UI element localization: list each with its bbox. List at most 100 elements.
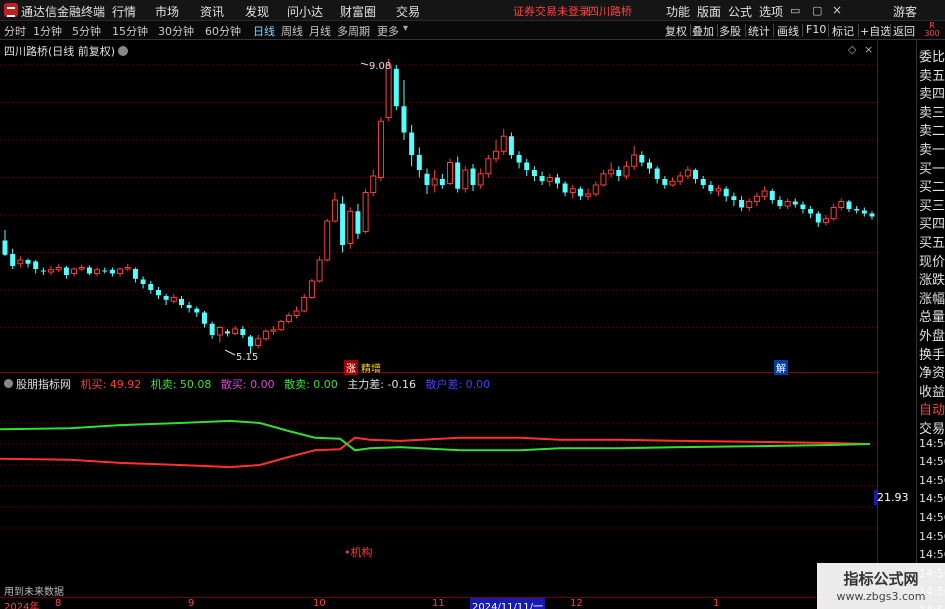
back-button[interactable]: 返回: [893, 23, 915, 39]
f10-button[interactable]: F10: [806, 23, 826, 36]
tab-multi-period[interactable]: 多周期: [337, 23, 370, 39]
close-icon[interactable]: ×: [832, 3, 842, 17]
app-logo-icon: [4, 3, 18, 17]
menu-gongshi[interactable]: 公式: [728, 3, 752, 20]
candle: [424, 168, 430, 194]
candle: [155, 287, 161, 299]
tab-30min[interactable]: 30分钟: [158, 23, 194, 39]
candle: [86, 265, 92, 275]
candles-layer: [2, 59, 875, 354]
tab-5min[interactable]: 5分钟: [72, 23, 101, 39]
menu-xuanxiang[interactable]: 选项: [759, 3, 783, 20]
sidebar-item: 买三: [919, 198, 945, 214]
candle: [270, 326, 277, 335]
menu-hangqing[interactable]: 行情: [112, 3, 136, 20]
candle: [78, 264, 85, 272]
candle: [117, 267, 124, 277]
candle: [109, 267, 115, 277]
minimize-icon[interactable]: ▭: [790, 4, 800, 17]
candle: [477, 168, 484, 189]
candle: [401, 80, 407, 140]
candle: [569, 185, 576, 199]
menu-gongneng[interactable]: 功能: [666, 3, 690, 20]
tab-fenshi[interactable]: 分时: [4, 23, 26, 39]
chart-header: 四川路桥(日线 前复权): [4, 43, 129, 59]
candle: [739, 196, 745, 212]
tab-daily[interactable]: 日线: [253, 23, 275, 39]
candle: [600, 170, 607, 187]
more-chevron-icon[interactable]: ▾: [403, 23, 408, 34]
label-zhulicha: 主力差: -0.16: [347, 378, 416, 391]
tab-15min[interactable]: 15分钟: [112, 23, 148, 39]
tab-more[interactable]: 更多: [377, 23, 399, 39]
candle: [470, 164, 476, 191]
watermark: 指标公式网 www.zbgs3.com: [817, 563, 945, 609]
candle: [539, 171, 545, 185]
menu-jiaoyi[interactable]: 交易: [396, 3, 420, 20]
user-label[interactable]: 游客: [893, 3, 917, 20]
candle: [71, 267, 78, 277]
candle: [25, 258, 31, 268]
candle: [377, 117, 384, 182]
candle: [94, 267, 101, 277]
indicator-line-sell: [0, 419, 871, 452]
candle: [33, 260, 39, 274]
menu-banmian[interactable]: 版面: [697, 3, 721, 20]
tab-weekly[interactable]: 周线: [281, 23, 303, 39]
draw-line-button[interactable]: 画线: [777, 23, 799, 39]
indicator-chart[interactable]: 60.0050.0040.0030.0020.0010.00: [0, 373, 878, 595]
candle: [554, 173, 560, 189]
tab-monthly[interactable]: 月线: [309, 23, 331, 39]
add-favorite-button[interactable]: +自选: [860, 23, 891, 39]
candle: [278, 320, 285, 332]
fuquan-button[interactable]: 复权: [665, 23, 687, 39]
statistics-button[interactable]: 统计: [748, 23, 770, 39]
menu-zixun[interactable]: 资讯: [200, 3, 224, 20]
candle: [439, 173, 445, 189]
candle: [623, 161, 630, 179]
candle: [753, 192, 760, 206]
close-chart-icon[interactable]: ×: [864, 43, 873, 56]
candle: [393, 65, 399, 110]
price-chart[interactable]: 9.008.508.007.507.006.506.005.50 9.08 5.…: [0, 40, 878, 373]
date-tick-8: 8: [55, 598, 62, 609]
sidebar-item: 委比: [919, 50, 945, 65]
candle: [455, 156, 461, 193]
menu-caifuquan[interactable]: 财富圈: [340, 3, 376, 20]
quote-sidebar: 委比 卖五 卖四 卖三 卖二 卖一 买一 买二 买三 买四 买五 现价 涨跌 涨幅 总量 外盘 换手 净资 收益 自动…: [916, 40, 945, 609]
candle: [822, 215, 829, 226]
tab-60min[interactable]: 60分钟: [205, 23, 241, 39]
sidebar-item: 14:56: [919, 511, 945, 524]
restore-icon[interactable]: ▢: [812, 4, 822, 17]
overlay-button[interactable]: 叠加: [692, 23, 714, 39]
candle: [216, 326, 223, 343]
sidebar-item: 交易: [919, 422, 945, 437]
diamond-icon[interactable]: ◇: [848, 43, 856, 56]
low-marker: 5.15: [224, 349, 258, 363]
menu-shichang[interactable]: 市场: [155, 3, 179, 20]
menu-stock-name: 四川路桥: [588, 5, 632, 18]
candle: [340, 196, 346, 253]
candle: [2, 230, 8, 257]
candle: [761, 186, 768, 200]
candle: [592, 181, 599, 197]
tab-1min[interactable]: 1分钟: [33, 23, 62, 39]
sidebar-item: 涨幅: [919, 291, 945, 307]
indicator-settings-icon[interactable]: [4, 379, 13, 388]
candle: [854, 206, 860, 214]
candle: [838, 198, 845, 211]
label-jimai-sell: 机卖: 50.08: [150, 378, 212, 391]
candle: [746, 198, 753, 212]
candle: [48, 266, 55, 275]
menu-faxian[interactable]: 发现: [245, 3, 269, 20]
login-status[interactable]: 证券交易未登录: [513, 3, 590, 19]
mark-button[interactable]: 标记: [832, 23, 854, 39]
multi-stock-button[interactable]: 多股: [719, 23, 741, 39]
candle: [516, 151, 522, 169]
chart-settings-icon[interactable]: [118, 46, 129, 56]
sidebar-item: 14:56: [919, 473, 945, 487]
candle: [585, 188, 592, 200]
menu-wenxiaoda[interactable]: 问小达: [287, 3, 323, 20]
date-cursor-label: 2024/11/11/一: [470, 598, 546, 609]
candle: [869, 211, 875, 220]
